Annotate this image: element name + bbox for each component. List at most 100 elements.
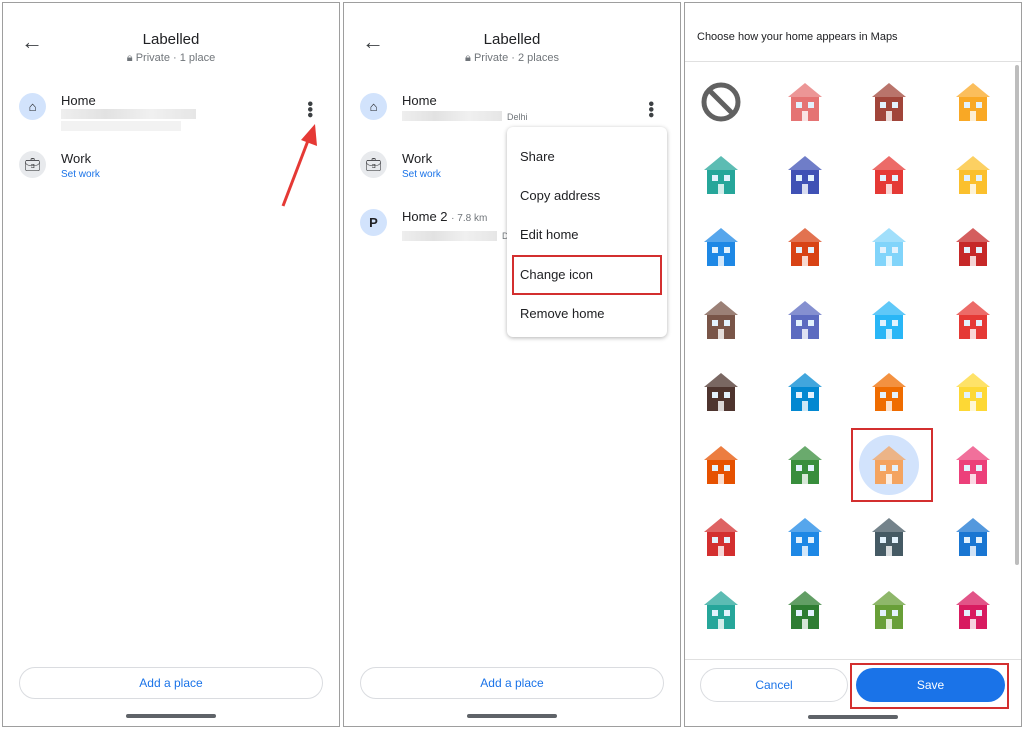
store-front-icon bbox=[872, 300, 906, 339]
labelled-menu-screen: ← Labelled 🔒︎ Private · 2 places ⌂ Home … bbox=[343, 2, 681, 727]
highlight-box bbox=[850, 663, 1009, 709]
icon-option-log-cabin[interactable] bbox=[686, 290, 756, 350]
more-options-icon[interactable]: ••• bbox=[642, 101, 659, 118]
blurred-address bbox=[402, 231, 497, 241]
red-awning-store-icon bbox=[704, 518, 738, 556]
tower-icon bbox=[872, 518, 906, 556]
icon-option-none[interactable] bbox=[686, 72, 756, 132]
home-indicator bbox=[126, 714, 216, 718]
pink-shop-icon bbox=[956, 445, 990, 484]
page-subtitle: Private · 1 place bbox=[135, 52, 216, 64]
parking-icon: P bbox=[360, 209, 387, 236]
highlight-box bbox=[851, 427, 933, 502]
lighthouse-icon bbox=[956, 228, 990, 266]
icon-option-brick-apartment[interactable] bbox=[770, 72, 840, 132]
icon-option-pagoda[interactable] bbox=[938, 290, 1008, 350]
icon-option-sofa[interactable] bbox=[770, 507, 840, 567]
icon-option-brick-house[interactable] bbox=[770, 217, 840, 277]
log-cabin-icon bbox=[704, 300, 738, 339]
page-title: Labelled bbox=[483, 31, 541, 48]
set-work-link[interactable]: Set work bbox=[402, 169, 441, 180]
blurred-address bbox=[61, 121, 181, 131]
submarine-icon bbox=[956, 373, 990, 411]
pagoda-icon bbox=[956, 300, 990, 339]
home-indicator bbox=[808, 715, 898, 719]
briefcase-icon: 💼︎ bbox=[360, 151, 387, 178]
skyscraper-icon bbox=[704, 228, 738, 266]
icon-option-green-victorian[interactable] bbox=[770, 580, 840, 640]
set-work-link[interactable]: Set work bbox=[61, 169, 100, 180]
green-victorian-icon bbox=[788, 590, 822, 629]
teepee-icon bbox=[704, 445, 738, 484]
treehouse-icon bbox=[788, 445, 822, 484]
icon-option-house-red-roof[interactable] bbox=[854, 145, 924, 205]
icon-option-skyscraper[interactable] bbox=[686, 217, 756, 277]
igloo-icon bbox=[872, 228, 906, 266]
home-indicator bbox=[467, 714, 557, 718]
icon-option-dragon[interactable] bbox=[938, 507, 1008, 567]
briefcase-icon: 💼︎ bbox=[19, 151, 46, 178]
icon-option-teepee[interactable] bbox=[686, 435, 756, 495]
shop-building-icon bbox=[956, 83, 990, 121]
dialog-heading: Choose how your home appears in Maps bbox=[697, 31, 898, 43]
icon-option-pink-shop[interactable] bbox=[938, 435, 1008, 495]
icon-option-sailboat[interactable] bbox=[770, 362, 840, 422]
page-title: Labelled bbox=[142, 31, 200, 48]
labelled-list-screen: ← Labelled 🔒︎ Private · 1 place ⌂ Home •… bbox=[2, 2, 340, 727]
camper-van-icon bbox=[704, 155, 738, 194]
modern-building-icon bbox=[788, 300, 822, 339]
icon-option-construction-crane[interactable] bbox=[938, 145, 1008, 205]
green-store-icon bbox=[704, 590, 738, 629]
icon-option-store-front[interactable] bbox=[854, 290, 924, 350]
icon-option-camper-van[interactable] bbox=[686, 145, 756, 205]
icon-option-shop-building[interactable] bbox=[938, 72, 1008, 132]
choose-icon-screen: Choose how your home appears in Maps Can… bbox=[684, 2, 1022, 727]
icon-option-pirate-ship[interactable] bbox=[686, 362, 756, 422]
icon-option-tower[interactable] bbox=[854, 507, 924, 567]
icon-option-modern-building[interactable] bbox=[770, 290, 840, 350]
menu-item-share[interactable]: Share bbox=[520, 149, 555, 164]
options-menu: Share Copy address Edit home Change icon… bbox=[507, 127, 667, 337]
lock-icon: 🔒︎ bbox=[465, 52, 474, 64]
schoolhouse-icon bbox=[872, 373, 906, 411]
add-place-button[interactable]: Add a place bbox=[19, 667, 323, 699]
cottage-icon bbox=[872, 590, 906, 629]
icon-option-schoolhouse[interactable] bbox=[854, 362, 924, 422]
icon-option-castle[interactable] bbox=[770, 145, 840, 205]
icon-option-green-store[interactable] bbox=[686, 580, 756, 640]
highlight-box bbox=[512, 255, 662, 295]
pirate-ship-icon bbox=[704, 373, 738, 411]
brick-apartment-icon bbox=[788, 83, 822, 121]
icon-option-igloo[interactable] bbox=[854, 217, 924, 277]
icon-option-cottage[interactable] bbox=[854, 580, 924, 640]
pink-house-icon bbox=[956, 590, 990, 629]
red-arrow-annotation bbox=[281, 124, 317, 207]
icon-grid bbox=[685, 61, 1021, 659]
add-place-button[interactable]: Add a place bbox=[360, 667, 664, 699]
icon-option-lighthouse[interactable] bbox=[938, 217, 1008, 277]
icon-option-barn[interactable] bbox=[854, 72, 924, 132]
none-icon bbox=[701, 82, 741, 122]
blurred-address bbox=[402, 111, 502, 121]
brick-house-icon bbox=[788, 228, 822, 266]
sailboat-icon bbox=[788, 373, 822, 411]
menu-item-edit-home[interactable]: Edit home bbox=[520, 227, 579, 242]
sofa-icon bbox=[788, 518, 822, 556]
blurred-address bbox=[61, 109, 196, 119]
house-red-roof-icon bbox=[872, 155, 906, 194]
menu-item-remove-home[interactable]: Remove home bbox=[520, 306, 605, 321]
icon-option-pink-house[interactable] bbox=[938, 580, 1008, 640]
home-icon: ⌂ bbox=[19, 93, 46, 120]
menu-item-copy-address[interactable]: Copy address bbox=[520, 188, 600, 203]
icon-option-treehouse[interactable] bbox=[770, 435, 840, 495]
dragon-icon bbox=[956, 518, 990, 556]
icon-option-red-awning-store[interactable] bbox=[686, 507, 756, 567]
icon-option-submarine[interactable] bbox=[938, 362, 1008, 422]
icon-option-adobe-house[interactable] bbox=[851, 427, 933, 502]
construction-crane-icon bbox=[956, 155, 990, 194]
cancel-button[interactable]: Cancel bbox=[700, 668, 848, 702]
lock-icon: 🔒︎ bbox=[126, 52, 136, 64]
scrollbar[interactable] bbox=[1015, 65, 1019, 565]
home-icon: ⌂ bbox=[360, 93, 387, 120]
more-options-icon[interactable]: ••• bbox=[301, 101, 318, 118]
